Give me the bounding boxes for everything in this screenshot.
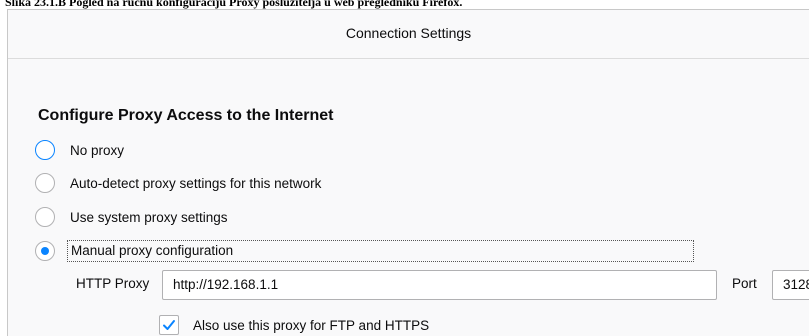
radio-button[interactable] [35, 173, 55, 193]
http-proxy-input[interactable]: http://192.168.1.1 [162, 270, 717, 300]
radio-button-selected[interactable] [35, 241, 55, 261]
port-input[interactable]: 3128 [772, 270, 809, 300]
radio-no-proxy[interactable]: No proxy [35, 135, 124, 165]
radio-label-system-proxy: Use system proxy settings [70, 209, 228, 225]
dialog-title: Connection Settings [345, 25, 472, 41]
also-use-proxy-checkbox[interactable] [159, 315, 179, 335]
radio-selected-dot [41, 247, 49, 255]
connection-settings-dialog: Connection Settings Configure Proxy Acce… [7, 9, 809, 336]
checkmark-icon [163, 320, 175, 330]
also-use-proxy-label: Also use this proxy for FTP and HTTPS [193, 317, 430, 333]
figure-caption: Slika 23.1.B Pogled na ručnu konfiguraci… [5, 0, 463, 9]
dialog-titlebar: Connection Settings [8, 10, 809, 59]
radio-label-auto-detect: Auto-detect proxy settings for this netw… [70, 175, 322, 191]
radio-manual-proxy[interactable]: Manual proxy configuration [35, 236, 695, 266]
radio-label-manual-proxy: Manual proxy configuration [67, 240, 695, 262]
http-proxy-label: HTTP Proxy [76, 276, 150, 291]
port-label: Port [732, 276, 757, 291]
radio-button[interactable] [35, 207, 55, 227]
also-use-proxy-row[interactable]: Also use this proxy for FTP and HTTPS [159, 312, 429, 336]
radio-button[interactable] [35, 140, 55, 160]
section-title: Configure Proxy Access to the Internet [38, 107, 334, 124]
radio-system-proxy[interactable]: Use system proxy settings [35, 202, 228, 232]
radio-label-no-proxy: No proxy [70, 142, 125, 158]
radio-auto-detect[interactable]: Auto-detect proxy settings for this netw… [35, 168, 321, 198]
